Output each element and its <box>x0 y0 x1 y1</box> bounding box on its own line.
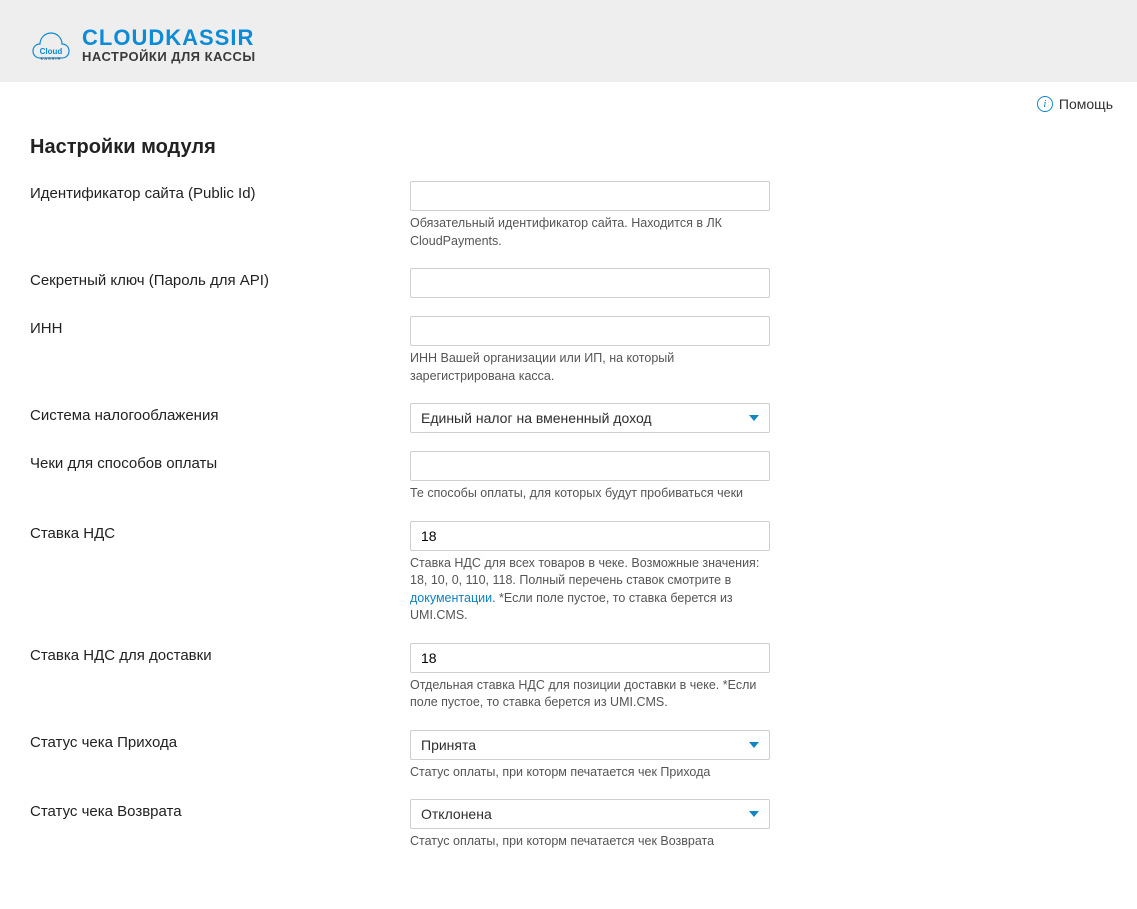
hint-payment-methods: Те способы оплаты, для которых будут про… <box>410 485 770 503</box>
secret-input[interactable] <box>410 268 770 298</box>
vat-input[interactable] <box>410 521 770 551</box>
hint-vat: Ставка НДС для всех товаров в чеке. Возм… <box>410 555 770 625</box>
label-payment-methods: Чеки для способов оплаты <box>30 451 410 472</box>
hint-inn: ИНН Вашей организации или ИП, на который… <box>410 350 770 385</box>
payment-methods-input[interactable] <box>410 451 770 481</box>
status-refund-select[interactable]: Отклонена <box>410 799 770 829</box>
label-status-income: Статус чека Прихода <box>30 730 410 751</box>
vat-delivery-input[interactable] <box>410 643 770 673</box>
tax-system-select[interactable]: Единый налог на вмененный доход <box>410 403 770 433</box>
brand-title: CLOUDKASSIR <box>82 26 256 50</box>
brand-subtitle: НАСТРОЙКИ ДЛЯ КАССЫ <box>82 50 256 64</box>
info-icon: i <box>1037 96 1053 112</box>
label-secret: Секретный ключ (Пароль для API) <box>30 268 410 289</box>
section-title: Настройки модуля <box>30 136 1107 159</box>
chevron-down-icon <box>749 811 759 817</box>
chevron-down-icon <box>749 742 759 748</box>
hint-status-refund: Статус оплаты, при которм печатается чек… <box>410 833 770 851</box>
documentation-link[interactable]: документации <box>410 591 492 605</box>
svg-text:Cloud: Cloud <box>40 47 63 56</box>
label-status-refund: Статус чека Возврата <box>30 799 410 820</box>
label-vat: Ставка НДС <box>30 521 410 542</box>
inn-input[interactable] <box>410 316 770 346</box>
status-income-value: Принята <box>421 737 476 753</box>
chevron-down-icon <box>749 415 759 421</box>
status-refund-value: Отклонена <box>421 806 492 822</box>
label-public-id: Идентификатор сайта (Public Id) <box>30 181 410 202</box>
status-income-select[interactable]: Принята <box>410 730 770 760</box>
label-tax-system: Система налогооблажения <box>30 403 410 424</box>
hint-public-id: Обязательный идентификатор сайта. Находи… <box>410 215 770 250</box>
help-label: Помощь <box>1059 96 1113 112</box>
header: Cloud KASSIR CLOUDKASSIR НАСТРОЙКИ ДЛЯ К… <box>0 0 1137 82</box>
public-id-input[interactable] <box>410 181 770 211</box>
cloud-icon: Cloud KASSIR <box>30 26 72 64</box>
svg-text:KASSIR: KASSIR <box>41 56 62 61</box>
tax-system-value: Единый налог на вмененный доход <box>421 410 652 426</box>
hint-status-income: Статус оплаты, при которм печатается чек… <box>410 764 770 782</box>
label-inn: ИНН <box>30 316 410 337</box>
hint-vat-delivery: Отдельная ставка НДС для позиции доставк… <box>410 677 770 712</box>
logo: Cloud KASSIR CLOUDKASSIR НАСТРОЙКИ ДЛЯ К… <box>30 26 256 64</box>
label-vat-delivery: Ставка НДС для доставки <box>30 643 410 664</box>
help-link[interactable]: i Помощь <box>1037 96 1113 112</box>
